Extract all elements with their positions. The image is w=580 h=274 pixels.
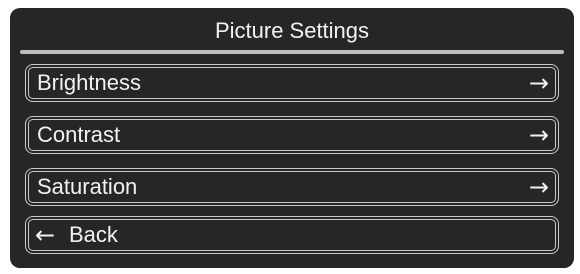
- menu-item-label: Brightness: [37, 70, 141, 95]
- menu-item-brightness[interactable]: Brightness →: [25, 64, 559, 102]
- menu-item-saturation[interactable]: Saturation →: [25, 168, 559, 206]
- back-button-label: Back: [69, 222, 118, 247]
- arrow-right-icon: →: [528, 121, 549, 149]
- arrow-left-icon: ←: [35, 221, 56, 249]
- menu-item-label: Contrast: [37, 122, 121, 147]
- back-button[interactable]: ← Back: [25, 216, 559, 254]
- screen-title: Picture Settings: [214, 18, 370, 43]
- title-divider: [20, 50, 564, 54]
- menu-item-label: Saturation: [37, 174, 138, 199]
- menu-item-contrast[interactable]: Contrast →: [25, 116, 559, 154]
- arrow-right-icon: →: [528, 69, 549, 97]
- picture-settings-screen: Picture Settings Brightness → Contrast →…: [10, 8, 574, 268]
- arrow-right-icon: →: [528, 173, 549, 201]
